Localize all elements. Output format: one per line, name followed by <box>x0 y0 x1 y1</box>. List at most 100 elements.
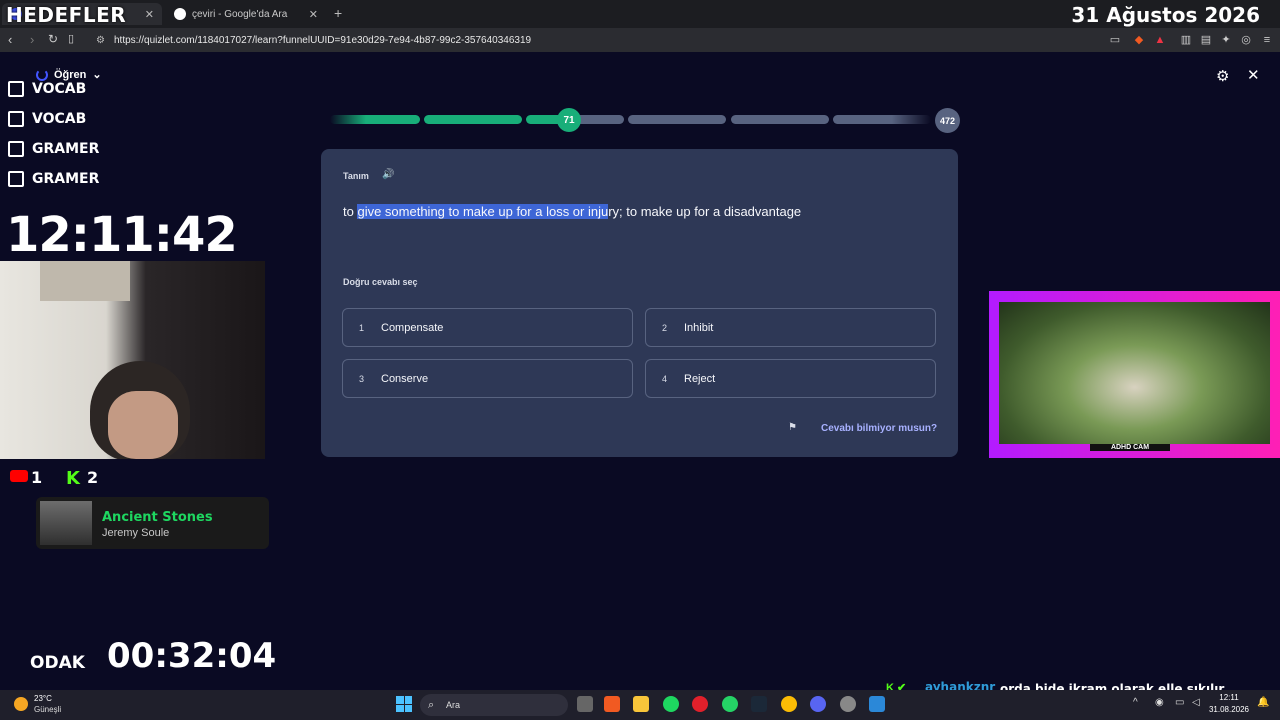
microphone-icon[interactable]: ◉ <box>1155 697 1164 708</box>
kick-icon: K <box>66 468 80 489</box>
goal-label: GRAMER <box>32 141 100 157</box>
kick-viewer-count: 2 <box>87 468 99 487</box>
url-input[interactable]: ⚙ https://quizlet.com/1184017027/learn?f… <box>88 31 1098 49</box>
leo-icon[interactable]: ✦ <box>1220 34 1232 46</box>
definition-highlight: give something to make up for a loss or … <box>357 204 609 219</box>
goal-item: GRAMER <box>8 171 99 187</box>
option-text: Conserve <box>381 372 429 385</box>
option-number: 4 <box>662 373 668 384</box>
checkbox-icon <box>8 81 24 97</box>
cast-icon[interactable]: ▭ <box>1109 34 1121 46</box>
back-icon[interactable]: ‹ <box>8 32 12 47</box>
definition-post: ry; to make up for a disadvantage <box>608 204 802 219</box>
progress-segment <box>628 115 726 124</box>
goal-label: VOCAB <box>32 81 87 97</box>
speaker-icon[interactable]: 🔊 <box>382 169 394 180</box>
menu-icon[interactable]: ≡ <box>1261 34 1273 46</box>
adhd-cam-video <box>999 302 1270 444</box>
youtube-icon <box>10 470 28 482</box>
adhd-cam-label: ADHD CAM <box>1090 444 1170 451</box>
chevron-up-icon[interactable]: ^ <box>1133 697 1138 708</box>
spotify-icon[interactable] <box>663 696 679 712</box>
address-bar: ‹ › ↻ ▯ ⚙ https://quizlet.com/1184017027… <box>0 28 1280 52</box>
option-number: 3 <box>359 373 365 384</box>
chrome-icon[interactable] <box>781 696 797 712</box>
option-text: Inhibit <box>684 321 714 334</box>
checkbox-icon <box>8 171 24 187</box>
goal-label: GRAMER <box>32 171 100 187</box>
dont-know-button[interactable]: Cevabı bilmiyor musun? <box>821 423 937 434</box>
app-icon[interactable] <box>840 696 856 712</box>
network-icon[interactable]: ▭ <box>1175 697 1184 708</box>
youtube-viewer-count: 1 <box>31 468 43 487</box>
sun-icon[interactable] <box>14 697 28 711</box>
focus-timer: 00:32:04 <box>107 636 277 676</box>
choose-label: Doğru cevabı seç <box>343 277 418 287</box>
close-icon[interactable]: ✕ <box>1247 66 1260 84</box>
bookmark-icon[interactable]: ▯ <box>68 32 74 45</box>
goal-item: GRAMER <box>8 141 99 157</box>
brave-icon[interactable] <box>604 696 620 712</box>
new-tab-icon[interactable]: + <box>334 5 342 21</box>
google-favicon-icon <box>174 8 186 20</box>
goal-label: VOCAB <box>32 111 87 127</box>
weather-condition: Güneşli <box>34 705 62 714</box>
steam-icon[interactable] <box>751 696 767 712</box>
option-text: Reject <box>684 372 716 385</box>
definition-pre: to <box>343 204 358 219</box>
notification-icon[interactable]: 🔔 <box>1257 697 1269 708</box>
forward-icon[interactable]: › <box>30 32 34 47</box>
progress-total: 472 <box>935 108 960 133</box>
tab-close-icon[interactable]: ✕ <box>145 8 154 21</box>
flag-icon[interactable]: ⚑ <box>788 422 797 433</box>
reload-icon[interactable]: ↻ <box>48 32 58 46</box>
answer-option-2[interactable]: 2 Inhibit <box>645 308 936 347</box>
search-placeholder: Ara <box>446 700 461 710</box>
option-text: Compensate <box>381 321 444 334</box>
progress-segment <box>424 115 522 124</box>
streamer-face <box>108 391 178 459</box>
brave-shield-icon[interactable]: ◆ <box>1133 34 1145 46</box>
tab-google-search[interactable]: çeviri - Google'da Ara ✕ <box>166 3 326 25</box>
learn-mode-label: Öğren <box>54 68 87 81</box>
windows-start-icon[interactable] <box>396 696 412 712</box>
volume-icon[interactable]: ◁ <box>1192 697 1200 708</box>
webcam-background <box>40 261 130 301</box>
answer-option-4[interactable]: 4 Reject <box>645 359 936 398</box>
whatsapp-icon[interactable] <box>722 696 738 712</box>
rewards-icon[interactable]: ▲ <box>1154 34 1166 46</box>
answer-option-3[interactable]: 3 Conserve <box>342 359 633 398</box>
progress-segment <box>833 115 931 124</box>
song-title: Ancient Stones <box>102 510 213 525</box>
vpn-icon[interactable]: ◎ <box>1240 34 1252 46</box>
chevron-down-icon: ⌄ <box>92 69 102 81</box>
url-text: https://quizlet.com/1184017027/learn?fun… <box>114 34 532 46</box>
file-explorer-icon[interactable] <box>633 696 649 712</box>
taskbar-time[interactable]: 12:11 <box>1207 693 1251 702</box>
question-card: Tanım 🔊 to give something to make up for… <box>321 149 958 457</box>
gear-icon[interactable]: ⚙ <box>1216 67 1229 85</box>
overlay-clock: 12:11:42 <box>6 207 238 263</box>
tab-close-icon[interactable]: ✕ <box>309 8 318 21</box>
sidebar-icon[interactable]: ▥ <box>1180 34 1192 46</box>
song-artist: Jeremy Soule <box>102 527 170 539</box>
tab-label: çeviri - Google'da Ara <box>192 8 288 20</box>
app-icon[interactable] <box>869 696 885 712</box>
site-info-icon[interactable]: ⚙ <box>96 35 105 46</box>
album-art <box>40 501 92 545</box>
learn-mode-icon <box>36 68 48 81</box>
taskbar-date[interactable]: 31.08.2026 <box>1207 705 1251 714</box>
progress-segment <box>731 115 829 124</box>
wallet-icon[interactable]: ▤ <box>1200 34 1212 46</box>
goal-item: VOCAB <box>8 111 86 127</box>
task-view-icon[interactable] <box>577 696 593 712</box>
overlay-date: 31 Ağustos 2026 <box>1071 3 1260 27</box>
answer-option-1[interactable]: 1 Compensate <box>342 308 633 347</box>
term-label: Tanım <box>343 171 369 181</box>
definition-text: to give something to make up for a loss … <box>343 204 801 219</box>
goals-title: HEDEFLER <box>6 3 127 27</box>
opera-icon[interactable] <box>692 696 708 712</box>
taskbar-search[interactable]: ⌕ Ara <box>420 694 568 716</box>
discord-icon[interactable] <box>810 696 826 712</box>
learn-mode-dropdown[interactable]: Öğren ⌄ <box>36 68 102 81</box>
